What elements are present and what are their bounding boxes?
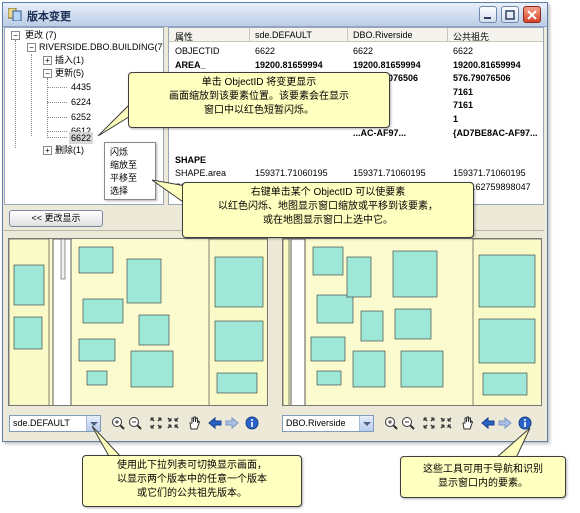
change-display-button[interactable]: << 更改显示 (9, 210, 103, 227)
menu-item-flash[interactable]: 闪烁 (110, 146, 128, 158)
callout-tools: 这些工具可用于导航和识别 显示窗口内的要素。 (400, 456, 566, 498)
minimize-icon (484, 17, 491, 19)
callout-line: 使用此下拉列表可切换显示画面， (117, 460, 267, 471)
right-map-display[interactable] (282, 238, 542, 406)
callout-objectid-right-click: 右键单击某个 ObjectID 可以使要素 以红色闪烁、地图显示窗口缩放或平移到… (182, 182, 474, 238)
minimize-button[interactable] (479, 6, 497, 23)
tree-update-item[interactable]: 6224 (71, 96, 91, 108)
zoom-in-icon[interactable] (384, 416, 398, 430)
grid-row[interactable]: AREA_ 19200.81659994 19200.81659994 19200.8… (169, 59, 543, 71)
grid-cell: OBJECTID (175, 46, 220, 56)
column-header[interactable]: 属性 (175, 30, 193, 43)
grid-cell: AREA_ (175, 59, 206, 70)
forward-icon[interactable] (225, 416, 239, 430)
grid-row[interactable]: SHAPE.area 159371.71060195 159371.71060195… (169, 167, 543, 179)
column-header[interactable]: 公共祖先 (453, 30, 489, 43)
grid-cell: 7161 (453, 100, 474, 111)
fixed-zoom-in-icon[interactable] (422, 416, 436, 430)
screenshot-root: 版本变更 − 更改 (7) − RIVERSIDE.DBO.BUILDING(7… (0, 0, 580, 513)
callout-line: 单击 ObjectID 将变更显示 (201, 77, 317, 88)
column-header[interactable]: DBO.Riverside (353, 30, 413, 40)
callout-pointer (495, 427, 531, 459)
close-button[interactable] (523, 6, 541, 23)
grid-cell: 159371.71060195 (453, 168, 526, 179)
maximize-button[interactable] (501, 6, 519, 23)
tree-updates-node[interactable]: 更新(5) (55, 67, 84, 79)
callout-line: 显示窗口内的要素。 (438, 478, 528, 489)
callout-line: 窗口中以红色短暂闪烁。 (204, 105, 314, 116)
grid-cell: 576.79076506 (453, 73, 511, 84)
tree-update-item-selected[interactable]: 6622 (69, 132, 94, 144)
grid-cell: 6622 (255, 46, 276, 56)
callout-line: 以显示两个版本中的任意一个版本 (117, 474, 267, 485)
callout-dropdown: 使用此下拉列表可切换显示画面， 以显示两个版本中的任意一个版本 或它们的公共祖先… (82, 455, 302, 507)
window-title: 版本变更 (27, 11, 71, 23)
callout-line: 这些工具可用于导航和识别 (423, 464, 543, 475)
callout-line: 或它们的公共祖先版本。 (137, 488, 247, 499)
grid-row[interactable]: OBJECTID 6622 6622 6622 (169, 45, 543, 57)
grid-header: 属性 sde.DEFAULT DBO.Riverside 公共祖先 (169, 28, 543, 43)
left-version-value: sde.DEFAULT (13, 418, 70, 428)
grid-cell: 159371.71060195 (255, 168, 328, 179)
collapse-root-icon[interactable]: − (11, 31, 20, 40)
grid-cell: 19200.81659994 (453, 59, 521, 70)
grid-cell: 159371.71060195 (353, 168, 426, 179)
callout-line: 以红色闪烁、地图显示窗口缩放或平移到该要素， (218, 201, 438, 212)
tree-class-node[interactable]: RIVERSIDE.DBO.BUILDING(7) (39, 41, 163, 53)
fixed-zoom-out-icon[interactable] (166, 416, 180, 430)
grid-cell: 1 (453, 114, 459, 124)
back-icon[interactable] (208, 416, 222, 430)
menu-item-pan-to[interactable]: 平移至 (110, 172, 137, 184)
tree-deletes-node[interactable]: 删除(1) (55, 144, 84, 156)
expand-deletes-icon[interactable]: + (43, 146, 52, 155)
tree-root[interactable]: 更改 (7) (25, 29, 57, 41)
maximize-icon (505, 10, 515, 20)
collapse-class-icon[interactable]: − (27, 43, 36, 52)
pan-icon[interactable] (187, 416, 201, 430)
expand-inserts-icon[interactable]: + (43, 56, 52, 65)
title-bar[interactable]: 版本变更 (3, 3, 547, 27)
grid-cell: 6622 (353, 46, 374, 56)
identify-icon[interactable] (245, 416, 259, 430)
menu-item-zoom-to[interactable]: 缩放至 (110, 159, 137, 171)
fixed-zoom-in-icon[interactable] (149, 416, 163, 430)
fixed-zoom-out-icon[interactable] (439, 416, 453, 430)
column-header[interactable]: sde.DEFAULT (255, 30, 312, 40)
collapse-updates-icon[interactable]: − (43, 69, 52, 78)
left-map-display[interactable] (8, 238, 268, 406)
grid-cell: {AD7BE8AC-AF97... (453, 127, 538, 138)
dropdown-arrow-icon[interactable] (359, 416, 373, 431)
grid-row[interactable] (169, 140, 543, 152)
tree-update-item[interactable]: 6252 (71, 111, 91, 123)
grid-cell: 6622 (453, 46, 474, 56)
grid-cell: 7161 (453, 86, 474, 97)
grid-row[interactable]: ...AC-AF97... {AD7BE8AC-AF97... (169, 127, 543, 139)
callout-objectid-click: 单击 ObjectID 将变更显示 画面缩放到该要素位置。该要素会在显示 窗口中… (128, 72, 390, 128)
callout-line: 画面缩放到该要素位置。该要素会在显示 (169, 91, 349, 102)
grid-cell: 19200.81659994 (255, 59, 323, 70)
grid-cell: ...AC-AF97... (353, 127, 407, 138)
grid-cell: SHAPE (175, 154, 207, 165)
right-map-drawing (283, 239, 541, 405)
left-map-drawing (9, 239, 267, 405)
right-version-value: DBO.Riverside (286, 418, 346, 428)
tree-update-item[interactable]: 4435 (71, 81, 91, 93)
versions-app-icon (8, 8, 22, 21)
callout-line: 或在地图显示窗口上选中它。 (263, 215, 393, 226)
grid-row[interactable]: SHAPE (169, 154, 543, 166)
zoom-out-icon[interactable] (128, 416, 142, 430)
menu-item-select[interactable]: 选择 (110, 185, 128, 197)
tree-inserts-node[interactable]: 插入(1) (55, 54, 84, 66)
close-icon (527, 10, 537, 20)
zoom-out-icon[interactable] (401, 416, 415, 430)
callout-line: 右键单击某个 ObjectID 可以使要素 (250, 187, 406, 198)
grid-cell: 19200.81659994 (353, 59, 421, 70)
right-version-dropdown[interactable]: DBO.Riverside (282, 415, 374, 432)
